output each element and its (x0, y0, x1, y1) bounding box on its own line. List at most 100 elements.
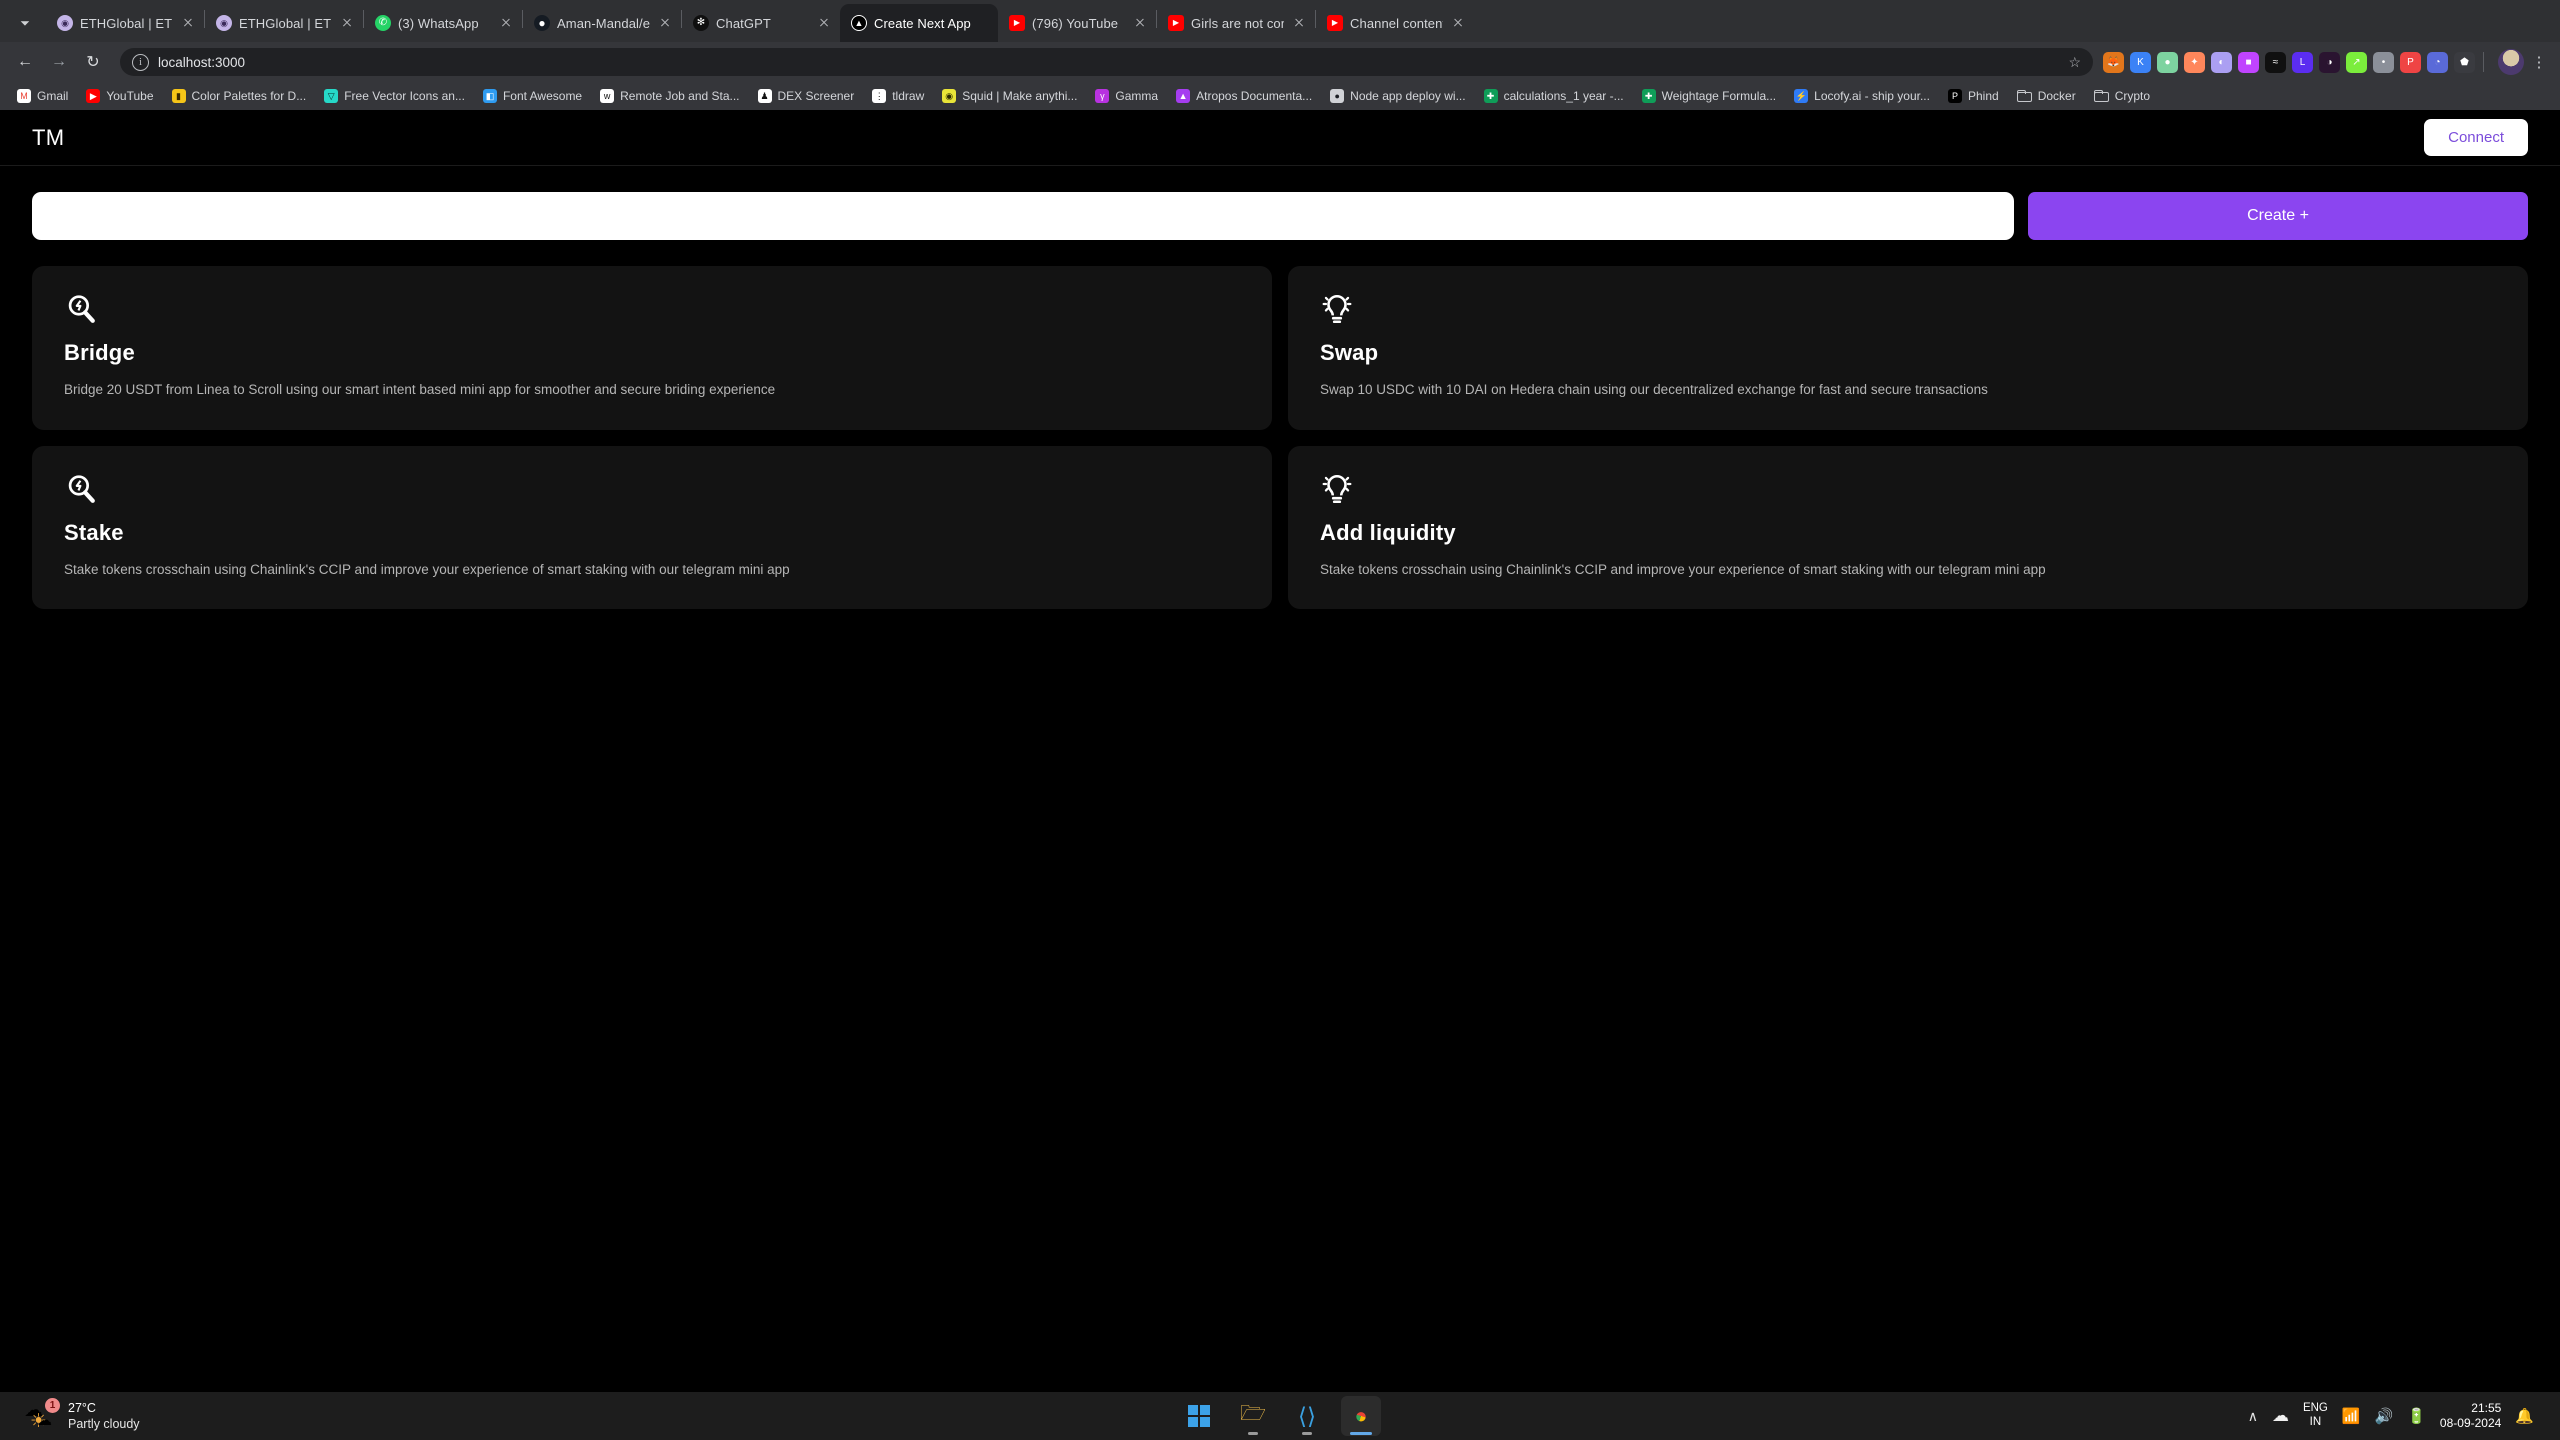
running-indicator (1302, 1432, 1312, 1435)
partly-cloudy-icon: ☁ ☀ ☁ 1 (24, 1398, 60, 1431)
bookmark-item[interactable]: γ Gamma (1086, 84, 1167, 108)
bookmark-item[interactable]: ♟ DEX Screener (749, 84, 864, 108)
card-title: Add liquidity (1320, 519, 1456, 545)
tab-title: (796) YouTube (1032, 15, 1119, 31)
bookmark-item[interactable]: Crypto (2085, 84, 2159, 108)
notifications-icon[interactable]: 🔔 (2515, 1407, 2534, 1425)
bear-extension[interactable]: ◑ (2319, 51, 2340, 73)
puzzle-extension[interactable]: ⬟ (2454, 51, 2475, 73)
bookmark-item[interactable]: P Phind (1939, 84, 2008, 108)
backpack-extension[interactable]: ■ (2238, 51, 2259, 73)
site-info-icon[interactable]: i (132, 53, 149, 71)
browser-tab[interactable]: ◉ ETHGlobal | ETHOnline 2024 (46, 4, 204, 42)
bookmark-label: Weightage Formula... (1661, 89, 1777, 103)
browser-tab[interactable]: ▲ Create Next App (840, 4, 998, 42)
create-button[interactable]: Create + (2028, 192, 2528, 240)
bookmarks-bar: M Gmail ▶ YouTube ▮ Color Palettes for D... ▽ F… (0, 82, 2560, 110)
dark-extension[interactable]: ≈ (2265, 51, 2286, 73)
card-description: Swap 10 USDC with 10 DAI on Hedera chain… (1320, 382, 1988, 397)
bookmark-item[interactable]: ◉ Squid | Make anythi... (933, 84, 1086, 108)
action-card[interactable]: Stake Stake tokens crosschain using Chain… (32, 445, 1272, 610)
google-sheets-icon: ✚ (1641, 89, 1656, 103)
start-button[interactable] (1179, 1396, 1219, 1436)
rabby-extension[interactable]: ● (2157, 51, 2178, 73)
bookmark-item[interactable]: M Gmail (8, 84, 77, 108)
address-bar[interactable]: i localhost:3000 ☆ (120, 48, 2093, 76)
windows-logo-icon (1188, 1405, 1210, 1427)
tldraw-icon: ⋮ (872, 89, 887, 103)
bookmark-item[interactable]: ● Node app deploy wi... (1321, 84, 1474, 108)
bookmark-star-icon[interactable]: ☆ (2068, 54, 2081, 71)
reload-button[interactable]: ↻ (78, 47, 108, 77)
browser-tab[interactable]: ✆ (3) WhatsApp (364, 4, 522, 42)
bookmark-item[interactable]: ▮ Color Palettes for D... (163, 84, 316, 108)
volume-icon[interactable]: 🔊 (2375, 1407, 2394, 1425)
back-button[interactable]: ← (10, 47, 40, 77)
close-tab-button[interactable] (657, 15, 673, 31)
action-card[interactable]: Bridge Bridge 20 USDT from Linea to Scrol… (32, 266, 1272, 430)
prompt-input[interactable] (32, 192, 2014, 240)
pin-extension[interactable]: • (2373, 51, 2394, 73)
battery-icon[interactable]: 🔋 (2407, 1407, 2426, 1425)
youtube-icon: ▶ (86, 89, 101, 103)
onedrive-icon[interactable]: ☁ (2272, 1406, 2289, 1426)
phantom-extension[interactable]: ◐ (2211, 51, 2232, 73)
bookmark-label: tldraw (892, 89, 925, 103)
bookmark-item[interactable]: ✚ calculations_1 year -... (1475, 84, 1633, 108)
card-icon (1320, 292, 1354, 326)
weather-widget[interactable]: ☁ ☀ ☁ 1 27°C Partly cloudy (10, 1398, 140, 1432)
close-tab-button[interactable] (339, 15, 355, 31)
bookmark-item[interactable]: ⋮ tldraw (863, 84, 933, 108)
clock[interactable]: 21:55 08-09-2024 (2440, 1401, 2501, 1431)
shield-extension[interactable]: ◔ (2427, 51, 2448, 73)
card-icon (64, 292, 98, 326)
browser-tab[interactable]: ▶ Channel content - YouTube Stu (1316, 4, 1474, 42)
ethglobal-icon: ◉ (57, 15, 73, 31)
keplr-extension[interactable]: K (2130, 51, 2151, 73)
leap-extension[interactable]: L (2292, 51, 2313, 73)
close-tab-button[interactable] (1450, 15, 1466, 31)
browser-tab[interactable]: ● Aman-Mandal/ethonline-mini-a (523, 4, 681, 42)
action-card[interactable]: Add liquidity Stake tokens crosschain usi… (1288, 445, 2528, 610)
close-tab-button[interactable] (816, 15, 832, 31)
connect-wallet-button[interactable]: Connect (2424, 119, 2528, 156)
youtube-icon: ▶ (1009, 15, 1025, 31)
youtube-icon: ▶ (1327, 15, 1343, 31)
argent-extension[interactable]: ✦ (2184, 51, 2205, 73)
tab-search-button[interactable]: ⏷ (4, 6, 46, 40)
bookmark-item[interactable]: ◧ Font Awesome (474, 84, 591, 108)
bookmark-item[interactable]: Docker (2008, 84, 2085, 108)
tab-title: (3) WhatsApp (398, 15, 479, 31)
show-hidden-icons-button[interactable]: ∧ (2248, 1408, 2258, 1425)
close-tab-button[interactable] (498, 15, 514, 31)
tab-title: Channel content - YouTube Stu (1350, 15, 1443, 31)
pocket-extension[interactable]: P (2400, 51, 2421, 73)
browser-tab[interactable]: ▶ (796) YouTube (998, 4, 1156, 42)
browser-tab[interactable]: ✻ ChatGPT (682, 4, 840, 42)
vs-code-button[interactable]: ⟨⟩ (1287, 1396, 1327, 1436)
app-logo[interactable]: TM (32, 125, 64, 151)
bookmark-label: Crypto (2114, 89, 2151, 103)
close-tab-button[interactable] (180, 15, 196, 31)
file-explorer-button[interactable]: 🗁 (1233, 1396, 1273, 1436)
bookmark-item[interactable]: ▶ YouTube (77, 84, 162, 108)
browser-tab[interactable]: ◉ ETHGlobal | ETHOnline 2024 (205, 4, 363, 42)
language-indicator[interactable]: ENG IN (2303, 1402, 2328, 1430)
bookmark-item[interactable]: w Remote Job and Sta... (591, 84, 748, 108)
profile-avatar[interactable] (2498, 49, 2524, 75)
bookmark-item[interactable]: ▽ Free Vector Icons an... (315, 84, 474, 108)
bookmark-item[interactable]: ▲ Atropos Documenta... (1167, 84, 1321, 108)
chrome-menu-button[interactable]: ⋮ (2528, 55, 2550, 70)
browser-tab[interactable]: ▶ Girls are not competitive at all. (1157, 4, 1315, 42)
wifi-icon[interactable]: 📶 (2342, 1407, 2361, 1425)
close-tab-button[interactable] (1132, 15, 1148, 31)
bookmark-item[interactable]: ⚡ Locofy.ai - ship your... (1785, 84, 1939, 108)
bookmark-item[interactable]: ✚ Weightage Formula... (1633, 84, 1786, 108)
forward-button[interactable]: → (44, 47, 74, 77)
action-card[interactable]: Swap Swap 10 USDC with 10 DAI on Hedera c… (1288, 266, 2528, 430)
chart-extension[interactable]: ↗ (2346, 51, 2367, 73)
close-tab-button[interactable] (1291, 15, 1307, 31)
chrome-button[interactable]: ● (1341, 1396, 1381, 1436)
metamask-extension[interactable]: 🦊 (2103, 51, 2124, 73)
chevron-down-icon: ⏷ (20, 15, 30, 30)
